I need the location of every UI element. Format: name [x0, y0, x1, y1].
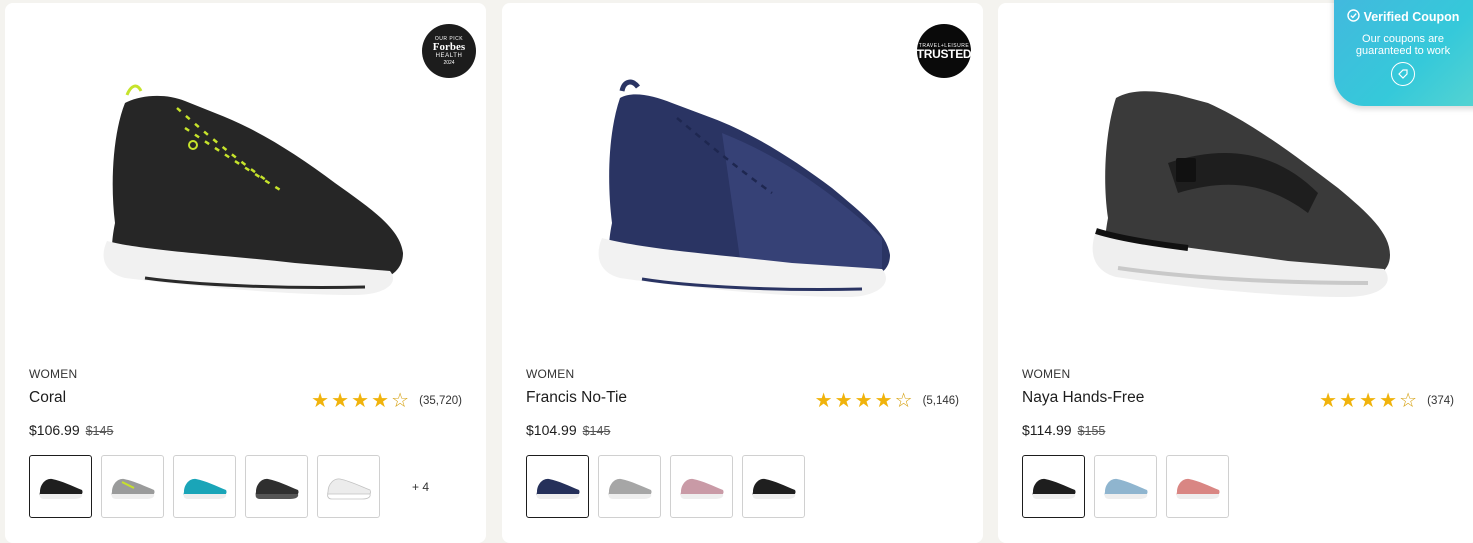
coupon-subtitle: Our coupons are guaranteed to work — [1355, 33, 1451, 57]
star-icon: ★ — [834, 390, 853, 412]
review-count: (35,720) — [419, 395, 462, 407]
star-rating: ★ ★ ★ ★ ☆ — [311, 391, 411, 411]
rating[interactable]: ★ ★ ★ ★ ☆ (374) — [1319, 391, 1454, 411]
price-row: $114.99 $155 — [1022, 422, 1105, 438]
coupon-tag-icon[interactable] — [1391, 62, 1415, 86]
more-colors-link[interactable]: + 4 — [389, 480, 452, 494]
swatch-gray[interactable] — [598, 455, 661, 518]
price-row: $104.99 $145 — [526, 422, 610, 438]
check-circle-icon — [1346, 9, 1360, 25]
original-price: $145 — [582, 424, 611, 438]
sale-price: $104.99 — [526, 422, 577, 438]
swatch-black[interactable] — [1022, 455, 1085, 518]
star-icon: ★ — [1359, 390, 1378, 412]
original-price: $155 — [1077, 424, 1106, 438]
review-count: (374) — [1427, 395, 1454, 407]
forbes-health-badge: OUR PICK Forbes HEALTH 2024 — [422, 24, 476, 78]
review-count: (5,146) — [922, 395, 959, 407]
product-card-francis[interactable]: TRAVEL+LEISURE TRUSTED WOMEN Francis No-… — [502, 3, 983, 543]
coupon-title-row: Verified Coupon — [1334, 9, 1473, 25]
product-name[interactable]: Francis No-Tie — [526, 389, 627, 407]
swatch-navy[interactable] — [526, 455, 589, 518]
coupon-title: Verified Coupon — [1363, 10, 1460, 24]
product-name[interactable]: Naya Hands-Free — [1022, 389, 1144, 407]
product-image[interactable] — [502, 3, 983, 343]
star-icon: ★ — [814, 390, 833, 412]
rating[interactable]: ★ ★ ★ ★ ☆ (5,146) — [815, 391, 959, 411]
product-name[interactable]: Coral — [29, 389, 66, 407]
product-card-coral[interactable]: OUR PICK Forbes HEALTH 2024 WOMEN Coral … — [5, 3, 486, 543]
sale-price: $106.99 — [29, 422, 80, 438]
color-swatches — [1022, 455, 1229, 518]
product-image[interactable] — [5, 3, 486, 343]
rating[interactable]: ★ ★ ★ ★ ☆ (35,720) — [311, 391, 462, 411]
verified-coupon-widget[interactable]: Verified Coupon Our coupons are guarante… — [1334, 0, 1473, 106]
star-rating: ★ ★ ★ ★ ☆ — [815, 391, 915, 411]
star-icon: ★ — [854, 390, 873, 412]
swatch-pink[interactable] — [670, 455, 733, 518]
swatch-black[interactable] — [742, 455, 805, 518]
star-icon: ★ — [331, 390, 350, 412]
star-rating: ★ ★ ★ ★ ☆ — [1319, 391, 1419, 411]
product-grid: OUR PICK Forbes HEALTH 2024 WOMEN Coral … — [0, 0, 1473, 543]
star-icon: ★ — [311, 390, 330, 412]
color-swatches: + 4 — [29, 455, 452, 518]
trusted-badge: TRAVEL+LEISURE TRUSTED — [917, 24, 972, 78]
swatch-gray-lime[interactable] — [101, 455, 164, 518]
original-price: $145 — [85, 424, 114, 438]
swatch-rose[interactable] — [1166, 455, 1229, 518]
star-icon: ★ — [874, 390, 893, 412]
swatch-white[interactable] — [317, 455, 380, 518]
star-icon: ★ — [1379, 390, 1398, 412]
product-category: WOMEN — [526, 367, 575, 381]
star-outline-icon: ☆ — [894, 390, 913, 412]
star-icon: ★ — [371, 390, 390, 412]
swatch-light-blue[interactable] — [1094, 455, 1157, 518]
product-category: WOMEN — [29, 367, 78, 381]
sale-price: $114.99 — [1022, 422, 1072, 438]
color-swatches — [526, 455, 805, 518]
star-icon: ★ — [351, 390, 370, 412]
swatch-black[interactable] — [29, 455, 92, 518]
star-icon: ★ — [1339, 390, 1358, 412]
star-icon: ★ — [1319, 390, 1338, 412]
price-row: $106.99 $145 — [29, 422, 113, 438]
swatch-charcoal[interactable] — [245, 455, 308, 518]
swatch-teal[interactable] — [173, 455, 236, 518]
star-outline-icon: ☆ — [1399, 390, 1418, 412]
product-category: WOMEN — [1022, 367, 1071, 381]
star-outline-icon: ☆ — [391, 390, 410, 412]
